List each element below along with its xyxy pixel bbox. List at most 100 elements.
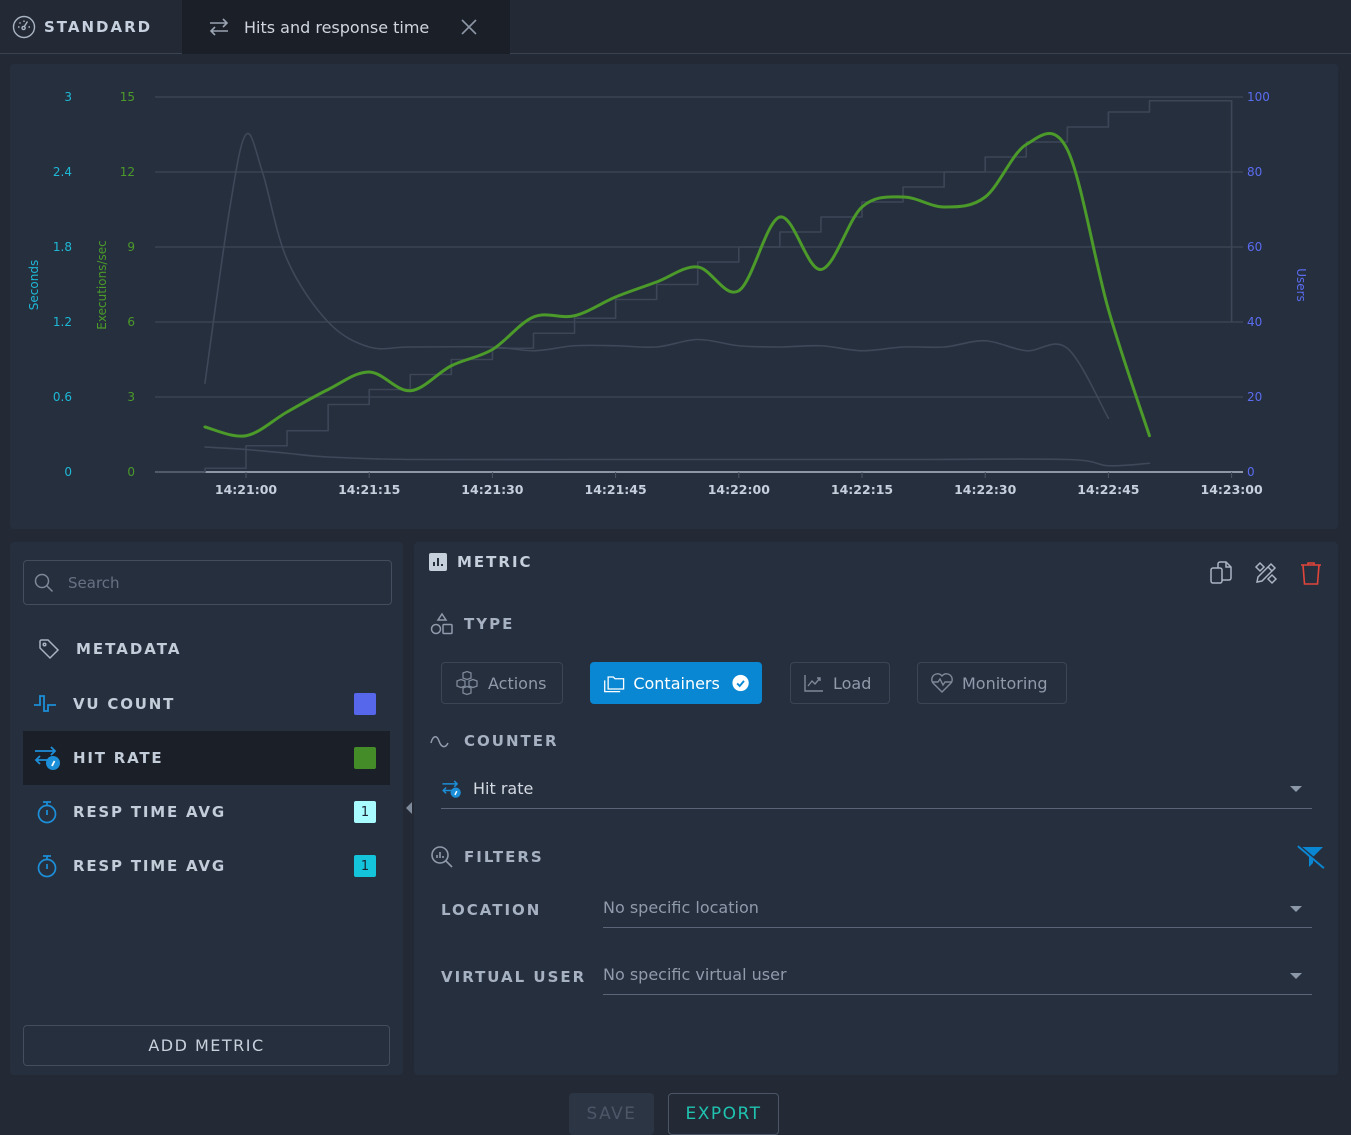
close-icon[interactable] [460,18,478,36]
executions-tick-label: 12 [120,165,135,179]
metric-label: RESP TIME AVG [73,803,226,821]
metadata-label: METADATA [76,640,182,658]
trash-icon[interactable] [1298,560,1324,586]
type-load-button[interactable]: Load [790,662,890,704]
clear-filter-icon[interactable] [1296,844,1326,870]
type-section-header: TYPE [430,612,514,636]
tab-standard-label: STANDARD [44,18,153,36]
tab-standard[interactable]: STANDARD [0,0,182,54]
resp-time-avg-1-series-line [204,132,1110,420]
type-label: Load [833,673,872,693]
seconds-tick-label: 2.4 [53,165,72,179]
color-swatch[interactable] [354,747,376,769]
seconds-tick-label: 0 [64,465,72,479]
tag-icon [39,639,60,660]
metric-item-resp-time-avg-2[interactable]: RESP TIME AVG 1 [23,839,390,893]
type-actions-button[interactable]: Actions [441,662,563,704]
type-label: Containers [633,673,720,693]
counter-value: Hit rate [473,779,534,798]
color-swatch[interactable] [354,693,376,715]
seconds-tick-label: 1.2 [53,315,72,329]
top-bar: STANDARD Hits and response time [0,0,1351,54]
counter-title: COUNTER [464,732,559,750]
executions-tick-label: 9 [127,240,135,254]
add-metric-button[interactable]: ADD METRIC [23,1025,390,1066]
folders-icon [604,676,625,693]
search-input[interactable] [68,573,368,592]
x-tick-label: 14:22:30 [954,482,1016,497]
users-tick-label: 20 [1247,390,1262,404]
location-select[interactable]: No specific location [603,888,1312,928]
x-tick-label: 14:22:00 [708,482,770,497]
filters-section-header: FILTERS [430,845,544,869]
executions-tick-label: 6 [127,315,135,329]
metric-section-header: METRIC [429,553,533,571]
x-tick-label: 14:21:00 [215,482,277,497]
location-value: No specific location [603,898,759,917]
executions-axis-title: Executions/sec [95,240,109,329]
virtual-user-select[interactable]: No specific virtual user [603,955,1312,995]
counter-select[interactable]: Hit rate [441,769,1312,809]
users-tick-label: 40 [1247,315,1262,329]
check-circle-icon [732,674,749,692]
hits-response-time-chart: 0 0.6 1.2 1.8 2.4 3 0 3 6 9 12 15 0 20 40 60 80 100 Second… [27,90,1308,497]
users-tick-label: 60 [1247,240,1262,254]
users-tick-label: 100 [1247,90,1270,104]
users-axis-title: Users [1294,268,1308,302]
search-box [23,560,392,605]
filters-title: FILTERS [464,848,544,866]
x-tick-label: 14:22:45 [1077,482,1139,497]
users-tick-label: 0 [1247,465,1255,479]
metric-title: METRIC [457,553,533,571]
heart-pulse-icon [931,673,953,693]
seconds-tick-label: 1.8 [53,240,72,254]
chevron-down-icon [1290,973,1302,979]
metric-editor-panel: METRIC TYPE Actions Containers Load Moni… [414,542,1338,1075]
duplicate-icon[interactable] [1208,560,1234,586]
stopwatch-icon [37,801,57,824]
hit-rate-icon [34,746,60,770]
x-tick-label: 14:21:45 [585,482,647,497]
type-monitoring-button[interactable]: Monitoring [917,662,1067,704]
color-swatch[interactable]: 1 [354,855,376,877]
hit-rate-icon [442,779,461,798]
type-containers-button[interactable]: Containers [590,662,762,704]
cubes-icon [456,671,478,695]
type-label: Monitoring [962,673,1048,693]
metric-label: HIT RATE [73,749,164,767]
metric-item-resp-time-avg-1[interactable]: RESP TIME AVG 1 [23,785,390,839]
search-chart-icon [431,846,453,868]
edit-icon[interactable] [1253,560,1279,586]
seconds-axis-title: Seconds [27,260,41,310]
vu-wave-icon [34,695,56,712]
resp-time-avg-2-series-line [204,446,1151,467]
line-chart-icon [804,675,823,692]
x-tick-label: 14:23:00 [1201,482,1263,497]
executions-tick-label: 0 [127,465,135,479]
color-swatch[interactable]: 1 [354,801,376,823]
executions-tick-label: 3 [127,390,135,404]
metric-item-vu-count[interactable]: VU COUNT [23,677,390,731]
wave-icon [430,736,449,748]
collapse-panel-handle[interactable] [404,800,414,816]
swap-arrows-icon [209,18,229,36]
filter-virtual-user-label: VIRTUAL USER [441,968,587,986]
metadata-item[interactable]: METADATA [38,638,181,660]
x-tick-label: 14:21:30 [461,482,523,497]
seconds-tick-label: 0.6 [53,390,72,404]
shapes-icon [430,612,453,635]
chevron-down-icon [1290,906,1302,912]
metric-label: VU COUNT [73,695,176,713]
dashboard-gauge-icon [12,15,36,39]
executions-tick-label: 15 [120,90,135,104]
seconds-tick-label: 3 [64,90,72,104]
metric-item-hit-rate[interactable]: HIT RATE [23,731,390,785]
stopwatch-icon [37,855,57,878]
metrics-list-panel: METADATA VU COUNT HIT RATE RESP TIME AVG… [10,542,403,1075]
chart-panel: 0 0.6 1.2 1.8 2.4 3 0 3 6 9 12 15 0 20 40 60 80 100 Second… [10,64,1338,529]
type-title: TYPE [464,615,515,633]
users-tick-label: 80 [1247,165,1262,179]
x-tick-label: 14:22:15 [831,482,893,497]
tab-hits-and-response-time[interactable]: Hits and response time [182,0,510,54]
bar-chart-icon [429,553,447,571]
